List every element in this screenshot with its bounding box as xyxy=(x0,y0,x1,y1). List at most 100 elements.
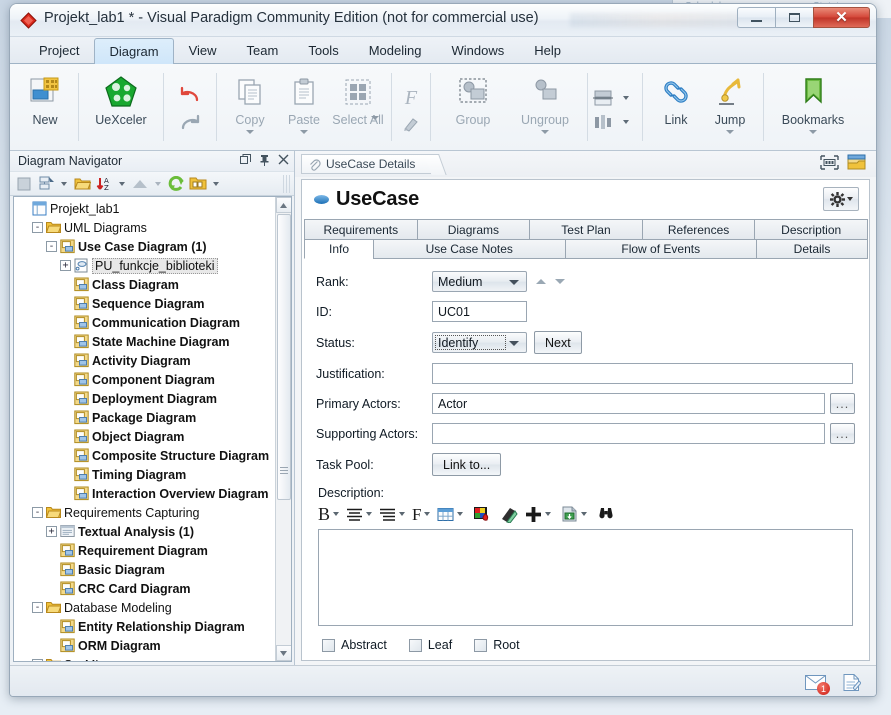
tree-item[interactable]: Deployment Diagram xyxy=(18,389,274,408)
insert-button[interactable] xyxy=(525,506,556,523)
tree-item[interactable]: Class Diagram xyxy=(18,275,274,294)
open-project-icon[interactable] xyxy=(188,174,208,194)
rank-spin-down-icon[interactable] xyxy=(555,279,565,284)
status-combobox[interactable]: Identify xyxy=(432,332,527,353)
navigator-vertical-scrollbar[interactable] xyxy=(275,197,291,661)
next-button[interactable]: Next xyxy=(534,331,582,354)
tree-item[interactable]: Composite Structure Diagram xyxy=(18,446,274,465)
tab-use-case-notes[interactable]: Use Case Notes xyxy=(373,239,566,259)
ribbon-format-painter-button[interactable] xyxy=(401,114,421,134)
toolbar-grip[interactable] xyxy=(283,175,290,193)
list-button[interactable] xyxy=(379,507,410,522)
align-button[interactable] xyxy=(346,507,377,522)
tree-item[interactable]: Projekt_lab1 xyxy=(18,199,274,218)
menu-windows[interactable]: Windows xyxy=(436,37,519,63)
tab-flow-of-events[interactable]: Flow of Events xyxy=(564,239,757,259)
tree-item[interactable]: Interaction Overview Diagram xyxy=(18,484,274,503)
paste-dropdown-icon[interactable] xyxy=(300,130,308,134)
tree-item[interactable]: Timing Diagram xyxy=(18,465,274,484)
insert-table-button[interactable] xyxy=(437,507,468,522)
collapse-caret-icon[interactable] xyxy=(155,181,161,186)
tree-item[interactable]: Activity Diagram xyxy=(18,351,274,370)
navigator-tree[interactable]: Projekt_lab1- UML Diagrams - Use Case Diagr… xyxy=(14,197,274,661)
tab-description[interactable]: Description xyxy=(754,219,868,239)
tree-expander-icon[interactable]: - xyxy=(32,507,43,518)
scrollbar-thumb[interactable] xyxy=(277,214,291,500)
detail-gear-button[interactable] xyxy=(823,187,859,211)
sort-az-icon[interactable]: A Z xyxy=(94,174,114,194)
tab-diagrams[interactable]: Diagrams xyxy=(416,219,531,239)
ungroup-dropdown-icon[interactable] xyxy=(541,130,549,134)
minimize-button[interactable] xyxy=(737,7,775,28)
tree-item[interactable]: Component Diagram xyxy=(18,370,274,389)
tree-expander-icon[interactable]: + xyxy=(46,526,57,537)
tree-expander-icon[interactable]: - xyxy=(32,222,43,233)
ribbon-bookmarks-button[interactable]: Bookmarks xyxy=(770,67,856,145)
ribbon-new-button[interactable]: New xyxy=(18,67,72,145)
justification-input[interactable] xyxy=(432,363,853,384)
ribbon-align-button[interactable] xyxy=(592,88,638,108)
primary-actors-browse-button[interactable]: ... xyxy=(830,393,855,414)
select-all-dropdown-icon[interactable] xyxy=(371,116,379,120)
fit-selection-icon[interactable] xyxy=(820,155,839,175)
copy-dropdown-icon[interactable] xyxy=(246,130,254,134)
eraser-button[interactable] xyxy=(499,506,519,523)
root-checkbox-row[interactable]: Root xyxy=(474,638,520,652)
abstract-checkbox[interactable] xyxy=(322,638,335,652)
ribbon-uexceler-button[interactable]: UeXceler xyxy=(85,67,157,145)
ribbon-format-button[interactable]: F xyxy=(405,87,417,110)
menu-modeling[interactable]: Modeling xyxy=(354,37,437,63)
tree-item[interactable]: CRC Card Diagram xyxy=(18,579,274,598)
new-diagram-dropdown-icon[interactable] xyxy=(36,174,56,194)
tab-info[interactable]: Info xyxy=(304,239,374,259)
tree-item[interactable]: Communication Diagram xyxy=(18,313,274,332)
rank-spin-up-icon[interactable] xyxy=(536,279,546,284)
primary-actors-input[interactable]: Actor xyxy=(432,393,825,414)
ribbon-ungroup-button[interactable]: Ungroup xyxy=(509,67,581,145)
task-pool-link-button[interactable]: Link to... xyxy=(432,453,502,476)
notes-button[interactable] xyxy=(840,672,862,692)
find-button[interactable] xyxy=(597,506,615,522)
tab-usecase-details[interactable]: UseCase Details xyxy=(301,154,432,174)
color-button[interactable] xyxy=(473,506,492,523)
pin-icon[interactable] xyxy=(258,153,270,166)
tree-item[interactable]: Entity Relationship Diagram xyxy=(18,617,274,636)
leaf-checkbox[interactable] xyxy=(408,638,422,652)
menu-tools[interactable]: Tools xyxy=(293,37,353,63)
open-project-caret-icon[interactable] xyxy=(213,181,219,186)
tree-item[interactable]: Requirement Diagram xyxy=(18,541,274,560)
tree-item[interactable]: - Use Case Diagram (1) xyxy=(18,237,274,256)
supporting-actors-browse-button[interactable]: ... xyxy=(830,423,855,444)
tree-item[interactable]: + PU_funkcje_biblioteki xyxy=(18,256,274,275)
tree-item[interactable]: ORM Diagram xyxy=(18,636,274,655)
ribbon-distribute-button[interactable] xyxy=(592,112,638,132)
tree-expander-icon[interactable]: - xyxy=(32,659,43,661)
tree-item[interactable]: Object Diagram xyxy=(18,427,274,446)
description-textarea[interactable] xyxy=(318,529,853,626)
leaf-checkbox-row[interactable]: Leaf xyxy=(408,638,452,652)
menu-project[interactable]: Project xyxy=(24,37,94,63)
tree-expander-icon[interactable]: + xyxy=(60,260,71,271)
open-specification-icon[interactable] xyxy=(847,154,866,176)
scroll-up-button[interactable] xyxy=(275,197,291,213)
menu-diagram[interactable]: Diagram xyxy=(94,38,174,64)
menu-team[interactable]: Team xyxy=(232,37,294,63)
tree-expander-icon[interactable]: - xyxy=(32,602,43,613)
root-checkbox[interactable] xyxy=(474,638,488,652)
tree-item[interactable]: Basic Diagram xyxy=(18,560,274,579)
ribbon-jump-button[interactable]: Jump xyxy=(703,67,757,145)
align-dropdown-icon[interactable] xyxy=(623,96,629,100)
maximize-button[interactable] xyxy=(775,7,813,28)
close-button[interactable]: ✕ xyxy=(813,7,870,28)
tree-item[interactable]: - SysML xyxy=(18,655,274,661)
restore-icon[interactable] xyxy=(239,153,251,166)
tab-references[interactable]: References xyxy=(641,219,756,239)
tab-requirements[interactable]: Requirements xyxy=(304,219,418,239)
font-button[interactable]: F xyxy=(412,506,435,523)
ribbon-redo-button[interactable] xyxy=(177,112,203,136)
tree-expander-icon[interactable]: - xyxy=(46,241,57,252)
distribute-dropdown-icon[interactable] xyxy=(623,120,629,124)
ribbon-copy-button[interactable]: Copy xyxy=(223,67,277,145)
collapse-up-icon[interactable] xyxy=(130,174,150,194)
id-input[interactable]: UC01 xyxy=(432,301,527,322)
